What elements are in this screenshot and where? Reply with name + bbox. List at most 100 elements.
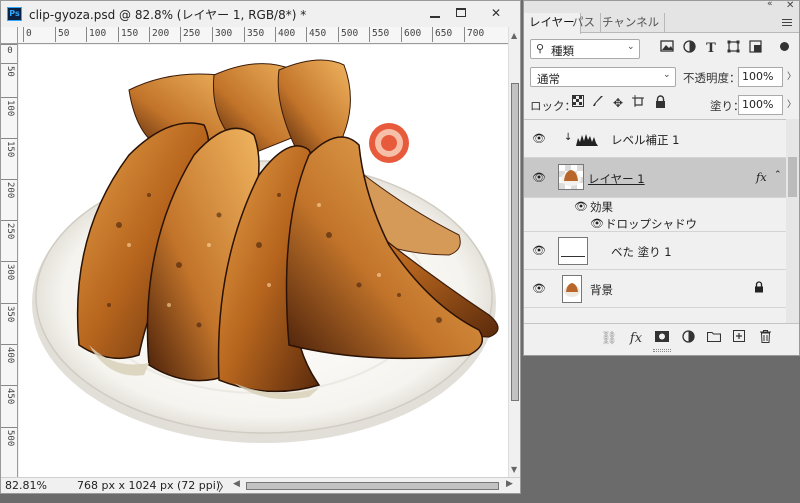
- new-group-folder-icon[interactable]: [704, 330, 724, 348]
- ruler-tick: 100: [1, 96, 17, 117]
- filter-pixel-icon[interactable]: [658, 40, 676, 58]
- document-titlebar[interactable]: Ps clip-gyoza.psd @ 82.8% (レイヤー 1, RGB/8…: [1, 1, 520, 27]
- delete-layer-trash-icon[interactable]: [755, 330, 775, 348]
- effects-label: 効果: [590, 200, 613, 214]
- effect-drop-shadow[interactable]: ドロップシャドウ: [605, 216, 697, 232]
- visibility-eye-icon[interactable]: 👁: [532, 245, 546, 256]
- filter-adjustment-icon[interactable]: [680, 40, 698, 58]
- lock-artboard-icon[interactable]: [630, 95, 646, 111]
- chevron-down-icon: ⌄: [663, 70, 671, 80]
- layer-row-background[interactable]: 👁 背景: [524, 270, 786, 308]
- ruler-tick: 450: [305, 27, 327, 42]
- opacity-field[interactable]: 100%: [738, 67, 783, 87]
- add-mask-icon[interactable]: [652, 330, 672, 348]
- ruler-tick: 450: [1, 384, 17, 405]
- fill-layer-thumbnail: [558, 237, 588, 265]
- horizontal-scrollbar[interactable]: ◀ ▶: [233, 479, 518, 492]
- minimize-button[interactable]: [422, 4, 448, 22]
- scrollbar-thumb[interactable]: [511, 83, 519, 401]
- ruler-tick: 500: [1, 426, 17, 447]
- new-layer-icon[interactable]: [729, 330, 749, 348]
- ruler-tick: 500: [337, 27, 359, 42]
- lock-image-pixels-icon[interactable]: [590, 95, 606, 111]
- visibility-eye-icon[interactable]: 👁: [590, 218, 604, 229]
- visibility-eye-icon[interactable]: 👁: [574, 201, 588, 212]
- layer-name[interactable]: ベた 塗り 1: [611, 244, 672, 260]
- tab-channels[interactable]: チャンネル: [597, 13, 666, 33]
- scroll-right-icon[interactable]: ▶: [506, 479, 513, 489]
- close-icon: ✕: [490, 6, 502, 20]
- ruler-tick: 350: [1, 302, 17, 323]
- maximize-icon: [456, 8, 466, 17]
- collapse-panel-icon[interactable]: «: [767, 0, 772, 9]
- scrollbar-thumb[interactable]: [246, 482, 499, 490]
- new-adjustment-layer-icon[interactable]: [678, 330, 698, 348]
- levels-histogram-icon: [576, 134, 598, 146]
- fill-field[interactable]: 100%: [738, 95, 783, 115]
- ruler-tick: 400: [1, 343, 17, 364]
- lock-position-icon[interactable]: ✥: [610, 95, 626, 111]
- ruler-tick: 100: [85, 27, 107, 42]
- tab-paths[interactable]: パス: [567, 13, 601, 33]
- ruler-tick: 200: [148, 27, 170, 42]
- lock-all-icon[interactable]: [652, 95, 668, 111]
- document-canvas[interactable]: [19, 45, 508, 477]
- ruler-tick: 700: [463, 27, 485, 42]
- add-layer-style-icon[interactable]: fx: [626, 330, 646, 348]
- layer-row-solid-fill[interactable]: 👁 ベた 塗り 1: [524, 232, 786, 270]
- status-menu-arrow-icon[interactable]: 〉: [218, 478, 230, 495]
- visibility-eye-icon[interactable]: 👁: [532, 283, 546, 294]
- lock-transparent-pixels-icon[interactable]: [570, 95, 586, 111]
- ruler-tick: 150: [117, 27, 139, 42]
- panel-tabs: レイヤー パス チャンネル: [524, 13, 799, 34]
- layer-name[interactable]: レイヤー 1: [588, 171, 645, 187]
- filter-toggle-icon[interactable]: [780, 42, 789, 51]
- ruler-origin[interactable]: [1, 27, 18, 44]
- ruler-tick: 650: [431, 27, 453, 42]
- photoshop-app-icon: Ps: [7, 7, 22, 21]
- scroll-down-icon[interactable]: ▼: [511, 465, 517, 474]
- layers-list-scrollbar[interactable]: [786, 119, 799, 323]
- gyoza-on-plate-image: [32, 59, 499, 443]
- minimize-icon: [430, 16, 440, 18]
- visibility-eye-icon[interactable]: 👁: [532, 133, 546, 144]
- maximize-button[interactable]: [448, 4, 474, 22]
- panel-header[interactable]: « ✕: [524, 0, 799, 13]
- ruler-tick: 50: [54, 27, 70, 42]
- fill-slider-arrow-icon[interactable]: 〉: [787, 97, 796, 110]
- layers-panel: « ✕ レイヤー パス チャンネル ⚲ 種類 ⌄ T 通常 ⌄ 不透明度： 10…: [523, 0, 800, 356]
- visibility-eye-icon[interactable]: 👁: [532, 172, 546, 183]
- layer-name[interactable]: 背景: [590, 282, 613, 298]
- opacity-slider-arrow-icon[interactable]: 〉: [787, 69, 796, 82]
- blend-mode-select[interactable]: 通常 ⌄: [530, 67, 676, 87]
- ruler-tick: 250: [179, 27, 201, 42]
- background-layer-thumbnail: [562, 275, 582, 303]
- lock-icon[interactable]: [754, 281, 764, 296]
- vertical-scrollbar[interactable]: ▲ ▼: [508, 27, 520, 477]
- link-layers-icon[interactable]: ⛓: [599, 330, 619, 348]
- layer-row-layer-1[interactable]: 👁 レイヤー 1 fx ⌃: [524, 158, 786, 198]
- document-size-info: 768 px x 1024 px (72 ppi): [77, 479, 221, 492]
- panel-resize-grip[interactable]: [653, 349, 671, 352]
- close-button[interactable]: ✕: [483, 4, 509, 22]
- panel-menu-icon[interactable]: [779, 16, 795, 30]
- ruler-tick: 50: [1, 63, 17, 77]
- horizontal-ruler[interactable]: 0 50 100 150 200 250 300 350 400 450 500…: [18, 27, 508, 44]
- ruler-tick: 300: [1, 260, 17, 281]
- scrollbar-thumb[interactable]: [788, 157, 797, 197]
- layers-list: 👁 ↓ レベル補正 1 👁 レイヤー 1 fx ⌃ 👁 効果 👁 ドロップシャド…: [524, 119, 786, 323]
- vertical-ruler[interactable]: 0 50 100 150 200 250 300 350 400 450 500: [1, 44, 18, 477]
- zoom-level-field[interactable]: 82.81%: [5, 479, 53, 493]
- layer-name[interactable]: レベル補正 1: [611, 132, 679, 148]
- filter-type-icon[interactable]: T: [702, 40, 720, 58]
- filter-smart-object-icon[interactable]: [746, 40, 764, 58]
- layer-row-levels[interactable]: 👁 ↓ レベル補正 1: [524, 120, 786, 158]
- ruler-tick: 400: [274, 27, 296, 42]
- filter-shape-icon[interactable]: [724, 40, 742, 58]
- scroll-left-icon[interactable]: ◀: [233, 479, 240, 489]
- layer-filter-select[interactable]: ⚲ 種類 ⌄: [530, 39, 640, 59]
- layer-effects-fx-icon[interactable]: fx: [756, 170, 767, 184]
- chevron-up-icon[interactable]: ⌃: [774, 170, 782, 180]
- scroll-up-icon[interactable]: ▲: [511, 31, 517, 40]
- close-panel-icon[interactable]: ✕: [786, 0, 794, 11]
